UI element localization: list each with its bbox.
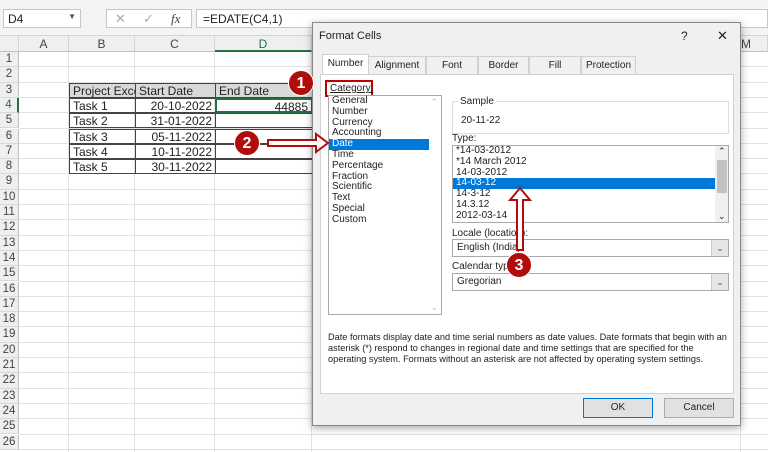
annotation-badge-3: 3 bbox=[506, 252, 532, 278]
annotation-badge-2: 2 bbox=[234, 130, 260, 156]
gridline bbox=[19, 448, 768, 450]
arrow-3 bbox=[507, 186, 533, 251]
annotation-arrows bbox=[267, 132, 533, 251]
arrow-2 bbox=[267, 132, 330, 154]
annotation-badge-1: 1 bbox=[288, 70, 314, 96]
